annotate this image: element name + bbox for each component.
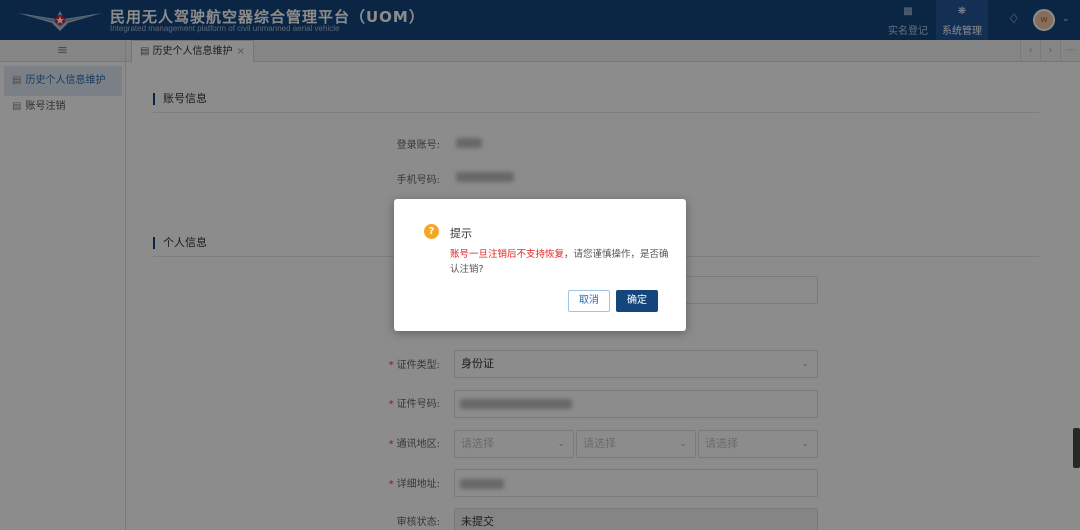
cancel-button[interactable]: 取消: [568, 290, 610, 312]
confirm-button[interactable]: 确定: [616, 290, 658, 312]
dialog-warning-text: 账号一旦注销后不支持恢复: [450, 249, 565, 260]
dialog-title: 提示: [450, 227, 472, 240]
confirm-dialog: ? 提示 账号一旦注销后不支持恢复，请您谨慎操作，是否确认注销? 取消 确定: [394, 199, 686, 331]
dialog-message: 账号一旦注销后不支持恢复，请您谨慎操作，是否确认注销?: [450, 247, 670, 277]
warning-icon: ?: [424, 224, 439, 239]
